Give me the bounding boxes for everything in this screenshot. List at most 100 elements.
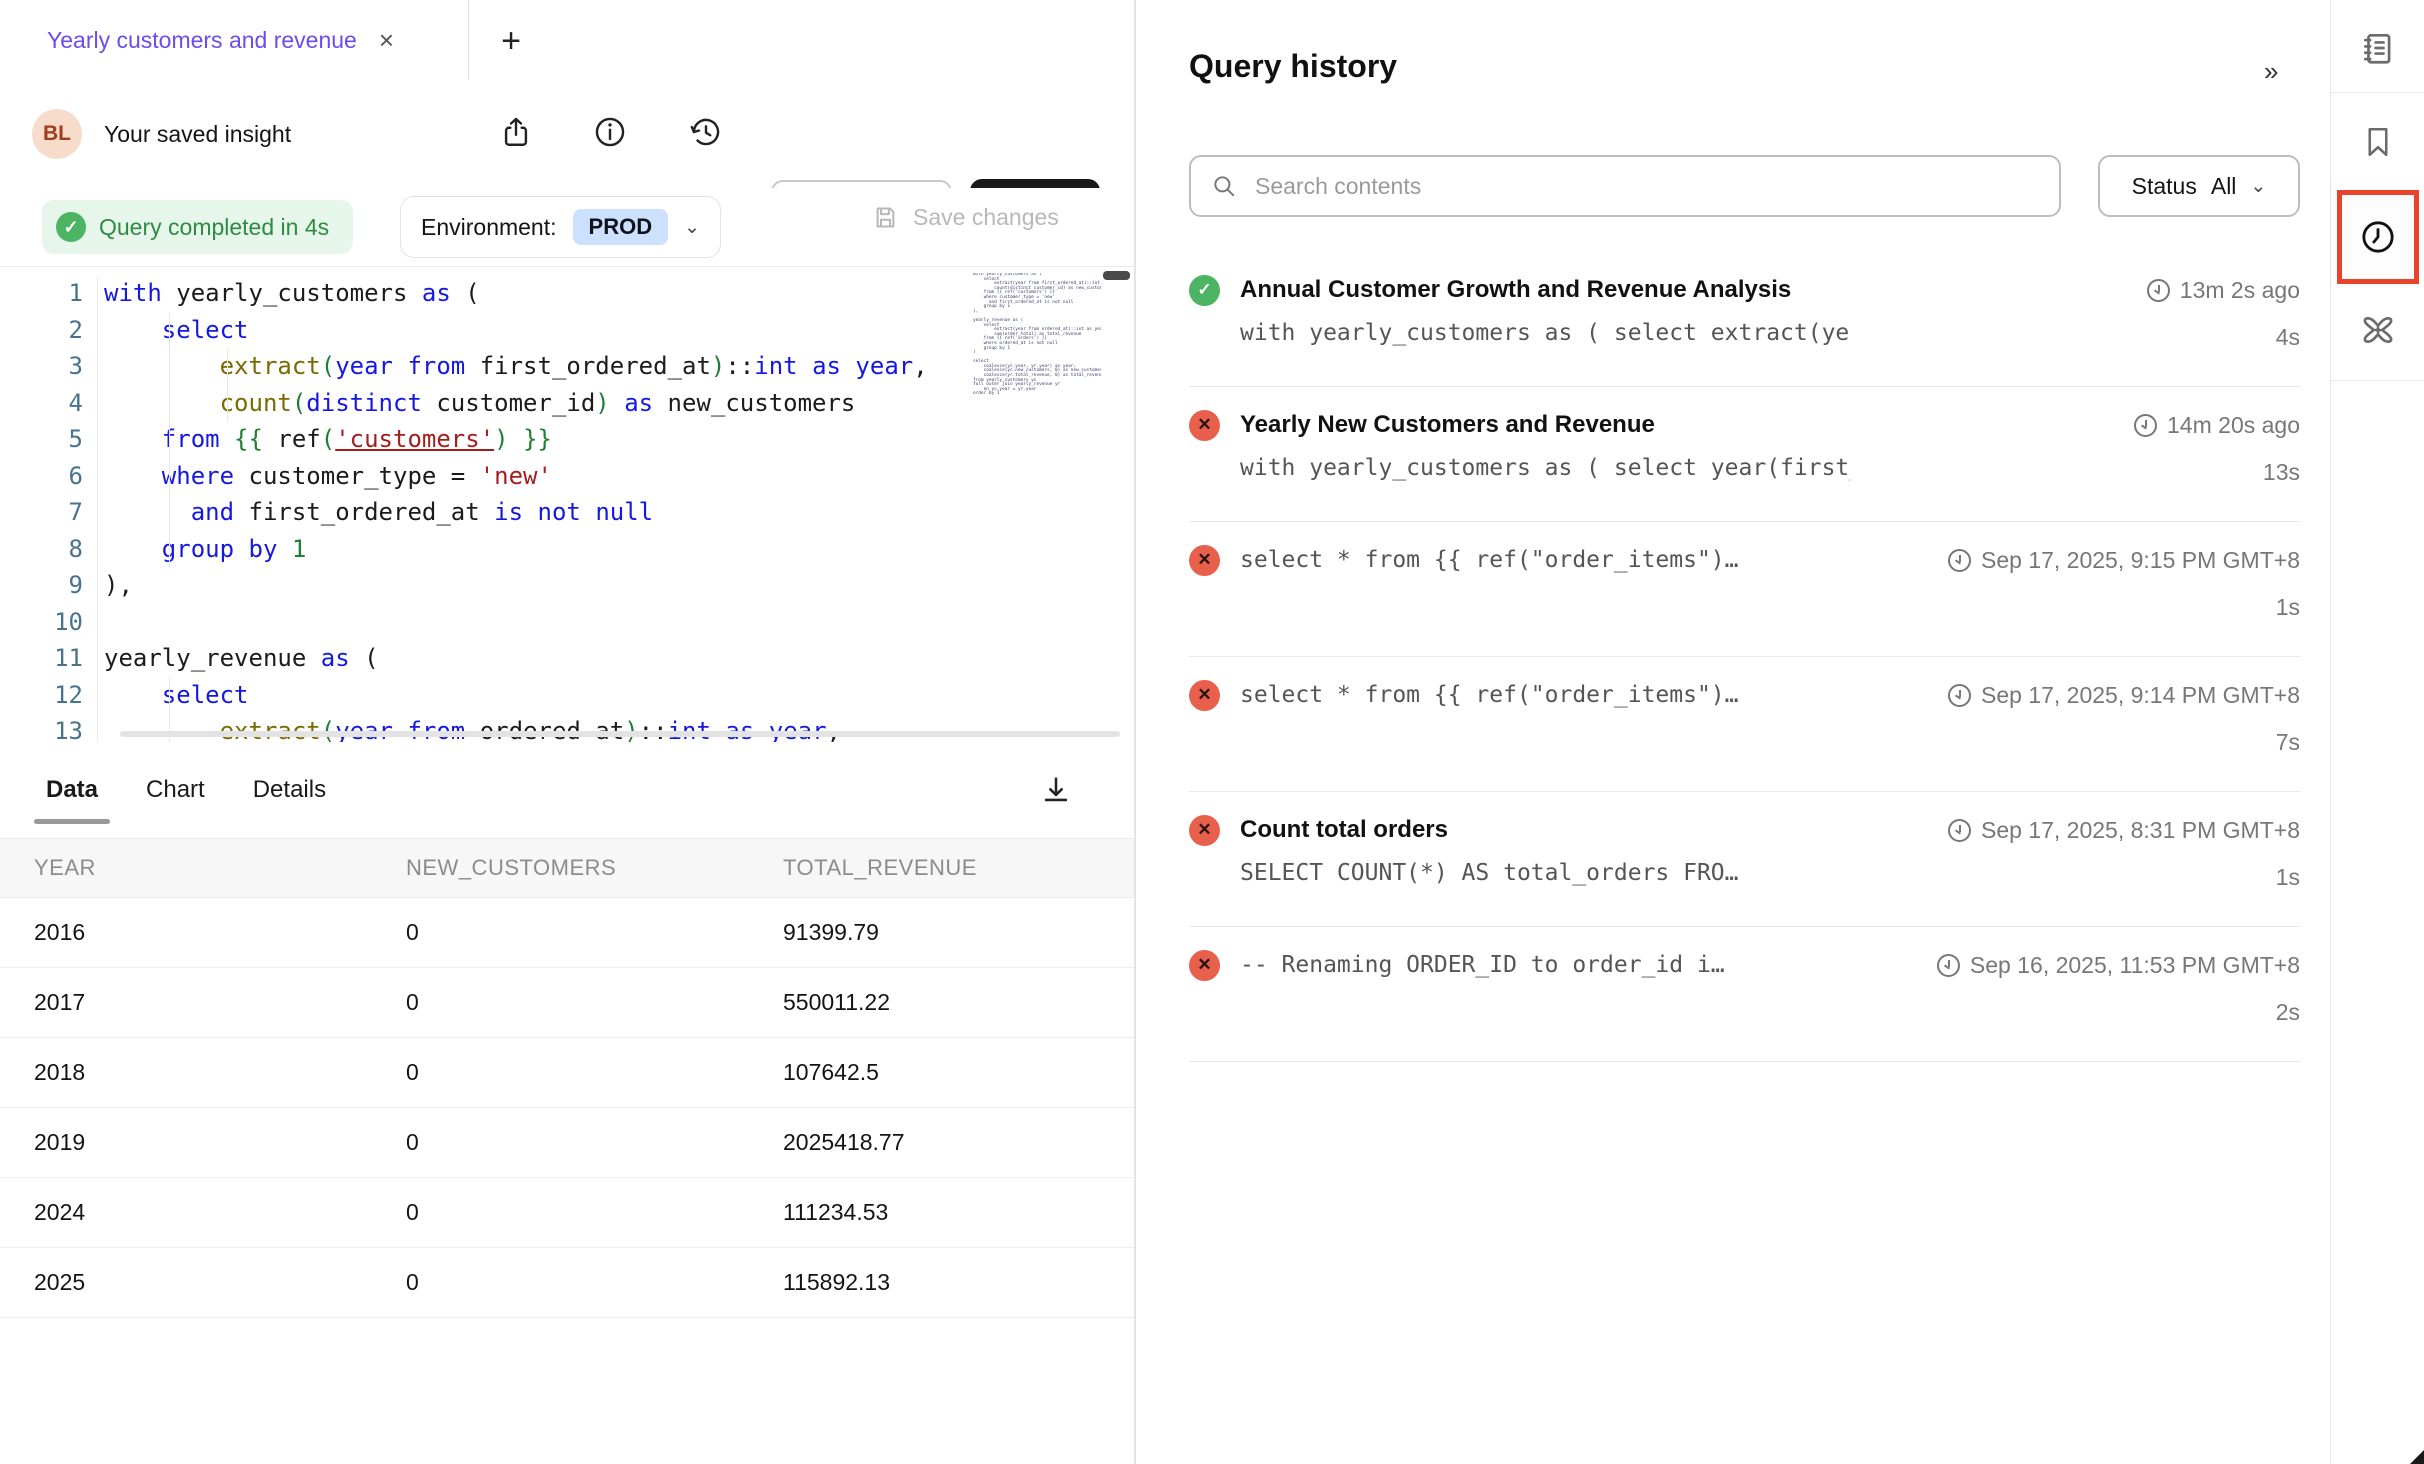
code-line: 2 select: [0, 312, 970, 349]
line-content: yearly_revenue as (: [98, 640, 379, 677]
history-item[interactable]: ✕Yearly New Customers and Revenuewith ye…: [1189, 387, 2300, 522]
code-token: ,: [827, 717, 841, 743]
history-item-time: Sep 17, 2025, 9:14 PM GMT+8: [1850, 675, 2300, 715]
query-status-badge: ✓ Query completed in 4s: [42, 200, 353, 254]
history-item[interactable]: ✕-- Renaming ORDER_ID to order_id i…Sep …: [1189, 927, 2300, 1062]
lineage-icon[interactable]: [2331, 300, 2424, 360]
save-changes-button[interactable]: Save changes: [872, 204, 1059, 231]
table-cell: 550011.22: [783, 989, 1134, 1016]
code-token: [104, 462, 162, 490]
line-content: where customer_type = 'new': [98, 458, 552, 495]
code-token: group by: [162, 535, 278, 563]
tab-details[interactable]: Details: [253, 748, 326, 832]
version-history-icon[interactable]: [684, 110, 728, 154]
share-icon[interactable]: [494, 110, 538, 154]
results-table: YEARNEW_CUSTOMERSTOTAL_REVENUE 201609139…: [0, 838, 1134, 1318]
code-token: (: [321, 425, 335, 453]
history-item-time: Sep 17, 2025, 8:31 PM GMT+8: [1850, 810, 2300, 850]
environment-value: PROD: [573, 209, 669, 245]
code-token: ordered_at: [465, 717, 624, 743]
code-line: 7 and first_ordered_at is not null: [0, 494, 970, 531]
code-token: int: [668, 717, 711, 743]
line-content: ),: [98, 567, 133, 604]
code-token: 'new': [480, 462, 552, 490]
code-token: count: [220, 389, 292, 417]
clock-icon: [1948, 549, 1971, 572]
code-line: 3 extract(year from first_ordered_at)::i…: [0, 348, 970, 385]
saved-insight-label: Your saved insight: [104, 121, 291, 148]
tab-divider: [468, 0, 469, 80]
table-cell: 2016: [34, 919, 406, 946]
search-input[interactable]: [1253, 172, 2039, 201]
history-item[interactable]: ✕select * from {{ ref("order_items")…Sep…: [1189, 522, 2300, 657]
code-token: [610, 389, 624, 417]
history-item-preview: with yearly_customers as ( select year(f…: [1240, 455, 1850, 481]
table-row: 20170550011.22: [0, 968, 1134, 1038]
tab-close-icon[interactable]: ×: [379, 27, 394, 53]
history-item-time: Sep 17, 2025, 9:15 PM GMT+8: [1850, 540, 2300, 580]
notebook-icon[interactable]: [2331, 18, 2424, 78]
table-cell: 0: [406, 1059, 783, 1086]
history-item-title: select * from {{ ref("order_items")…: [1240, 547, 1739, 573]
code-line: 12 select: [0, 677, 970, 714]
history-item-meta: Sep 17, 2025, 9:15 PM GMT+81s: [1850, 540, 2300, 632]
avatar: BL: [32, 109, 82, 159]
tab-data[interactable]: Data: [46, 748, 98, 832]
history-item[interactable]: ✕select * from {{ ref("order_items")…Sep…: [1189, 657, 2300, 792]
search-icon: [1211, 173, 1237, 199]
history-item-time: Sep 16, 2025, 11:53 PM GMT+8: [1850, 945, 2300, 985]
vertical-scrollbar-thumb[interactable]: [1103, 271, 1130, 280]
bookmark-icon[interactable]: [2331, 112, 2424, 172]
results-tabs: Data Chart Details: [46, 742, 326, 838]
collapse-panel-icon[interactable]: »: [2264, 56, 2276, 87]
table-cell: 107642.5: [783, 1059, 1134, 1086]
code-token: new_customers: [653, 389, 855, 417]
code-token: [104, 316, 162, 344]
line-number: 4: [0, 385, 98, 422]
new-tab-button[interactable]: +: [492, 22, 530, 60]
history-item-time: 13m 2s ago: [1850, 270, 2300, 310]
history-item-duration: 2s: [1850, 995, 2300, 1029]
tab-chart[interactable]: Chart: [146, 748, 205, 832]
history-item[interactable]: ✕Count total ordersSELECT COUNT(*) AS to…: [1189, 792, 2300, 927]
indent-guide: [227, 349, 228, 422]
code-token: year: [769, 717, 827, 743]
history-item-meta: 13m 2s ago4s: [1850, 270, 2300, 362]
table-cell: 0: [406, 1269, 783, 1296]
code-token: year: [855, 352, 913, 380]
editor-minimap[interactable]: with yearly_customers as ( select extrac…: [973, 273, 1101, 653]
history-item[interactable]: ✓Annual Customer Growth and Revenue Anal…: [1189, 252, 2300, 387]
table-row: 20180107642.5: [0, 1038, 1134, 1108]
query-history-rail-button[interactable]: [2337, 190, 2419, 284]
code-line: 13 extract(year from ordered_at)::int as…: [0, 713, 970, 743]
status-filter-label: Status: [2132, 173, 2197, 200]
history-search[interactable]: [1189, 155, 2061, 217]
app-window: Yearly customers and revenue × + BL Your…: [0, 0, 2424, 1464]
history-item-preview: SELECT COUNT(*) AS total_orders FRO…: [1240, 860, 1850, 886]
history-item-main: ✕Yearly New Customers and Revenuewith ye…: [1189, 405, 1850, 497]
chevron-down-icon: ⌄: [684, 216, 700, 239]
download-icon[interactable]: [1034, 768, 1078, 812]
history-item-main: ✕-- Renaming ORDER_ID to order_id i…: [1189, 945, 1850, 1037]
code-line: 11yearly_revenue as (: [0, 640, 970, 677]
code-token: as: [725, 717, 754, 743]
history-item-meta: Sep 17, 2025, 8:31 PM GMT+8 1s: [1850, 810, 2300, 902]
environment-select[interactable]: Environment: PROD ⌄: [400, 196, 721, 258]
code-token: first_ordered_at: [465, 352, 711, 380]
line-content: select: [98, 677, 249, 714]
code-token: [104, 681, 162, 709]
code-token: as: [321, 644, 350, 672]
status-filter-dropdown[interactable]: Status All ⌄: [2098, 155, 2300, 217]
code-token: int: [754, 352, 797, 380]
sql-editor[interactable]: 1with yearly_customers as (2 select3 ext…: [0, 267, 1134, 743]
table-row: 201902025418.77: [0, 1108, 1134, 1178]
history-item-meta: Sep 16, 2025, 11:53 PM GMT+8 2s: [1850, 945, 2300, 1037]
horizontal-scrollbar-thumb[interactable]: [120, 731, 1120, 737]
results-tab-bar: Data Chart Details: [0, 742, 1134, 838]
code-token: [104, 352, 220, 380]
info-icon[interactable]: [588, 110, 632, 154]
indent-guide: [169, 313, 170, 568]
line-content: select: [98, 312, 249, 349]
tab-yearly-customers[interactable]: Yearly customers and revenue ×: [0, 0, 468, 80]
history-item-duration: 1s: [1850, 860, 2300, 894]
